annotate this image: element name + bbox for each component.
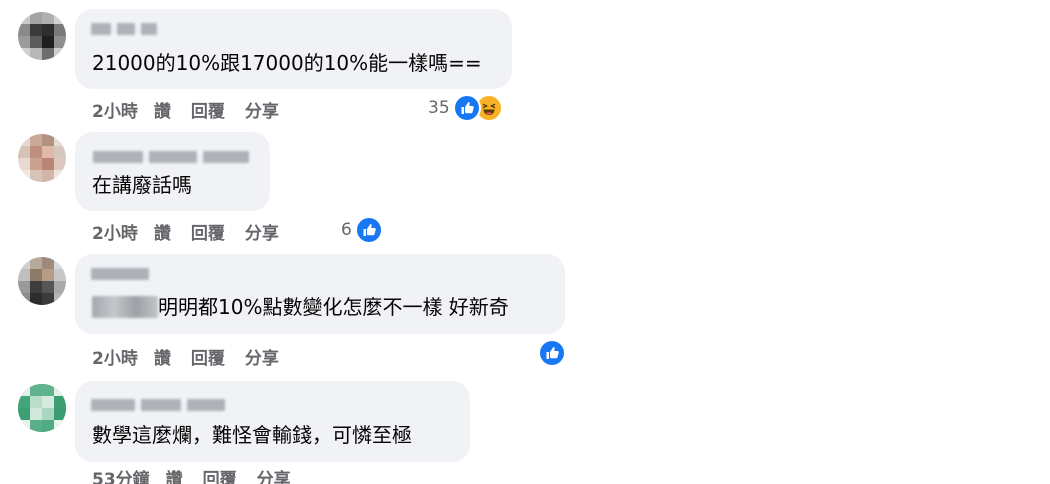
- like-button[interactable]: 讚: [166, 465, 183, 484]
- comment-bubble: 數學這麼爛，難怪會輸錢，可憐至極: [75, 381, 470, 462]
- share-button[interactable]: 分享: [257, 465, 291, 484]
- share-button[interactable]: 分享: [245, 344, 279, 369]
- like-button[interactable]: 讚: [154, 97, 171, 122]
- mention-tag[interactable]: [92, 296, 158, 318]
- reaction-summary[interactable]: 6: [341, 216, 383, 244]
- reply-button[interactable]: 回覆: [191, 344, 225, 369]
- reaction-count: 35: [428, 98, 450, 118]
- reply-button[interactable]: 回覆: [191, 219, 225, 244]
- reaction-summary[interactable]: [535, 339, 566, 367]
- avatar[interactable]: [18, 134, 66, 182]
- comment-actions: 2小時 讚 回覆 分享: [92, 97, 299, 122]
- share-button[interactable]: 分享: [245, 97, 279, 122]
- author-name[interactable]: [91, 399, 225, 411]
- comment-actions: 53分鐘 讚 回覆 分享: [92, 465, 311, 484]
- reaction-summary[interactable]: 35: [428, 94, 503, 122]
- comment-actions: 2小時 讚 回覆 分享: [92, 219, 299, 244]
- like-button[interactable]: 讚: [154, 344, 171, 369]
- like-button[interactable]: 讚: [154, 219, 171, 244]
- comment-text: 數學這麼爛，難怪會輸錢，可憐至極: [92, 423, 412, 447]
- comment-text: 21000的10%跟17000的10%能一樣嗎==: [92, 51, 482, 75]
- avatar[interactable]: [18, 384, 66, 432]
- comment-bubble: 在講廢話嗎: [75, 132, 270, 211]
- reply-button[interactable]: 回覆: [203, 465, 237, 484]
- comment-bubble: 21000的10%跟17000的10%能一樣嗎==: [75, 9, 512, 89]
- like-icon: [538, 339, 566, 367]
- avatar[interactable]: [18, 12, 66, 60]
- author-name[interactable]: [91, 23, 157, 35]
- timestamp[interactable]: 53分鐘: [92, 465, 150, 484]
- timestamp[interactable]: 2小時: [92, 344, 138, 369]
- comment-bubble: 明明都10%點數變化怎麼不一樣 好新奇: [75, 254, 565, 334]
- comment-actions: 2小時 讚 回覆 分享: [92, 344, 299, 369]
- like-icon: [452, 94, 481, 122]
- avatar[interactable]: [18, 257, 66, 305]
- comment-thread: 21000的10%跟17000的10%能一樣嗎== 2小時 讚 回覆 分享 35: [0, 0, 1050, 484]
- timestamp[interactable]: 2小時: [92, 97, 138, 122]
- reaction-count: 6: [341, 220, 352, 240]
- comment-text: 明明都10%點數變化怎麼不一樣 好新奇: [158, 295, 509, 319]
- author-name[interactable]: [93, 151, 249, 163]
- share-button[interactable]: 分享: [245, 219, 279, 244]
- timestamp[interactable]: 2小時: [92, 219, 138, 244]
- author-name[interactable]: [91, 268, 149, 280]
- comment-text-row: 明明都10%點數變化怎麼不一樣 好新奇: [92, 294, 509, 320]
- like-icon: [354, 216, 383, 244]
- comment-text: 在講廢話嗎: [92, 173, 192, 197]
- reply-button[interactable]: 回覆: [191, 97, 225, 122]
